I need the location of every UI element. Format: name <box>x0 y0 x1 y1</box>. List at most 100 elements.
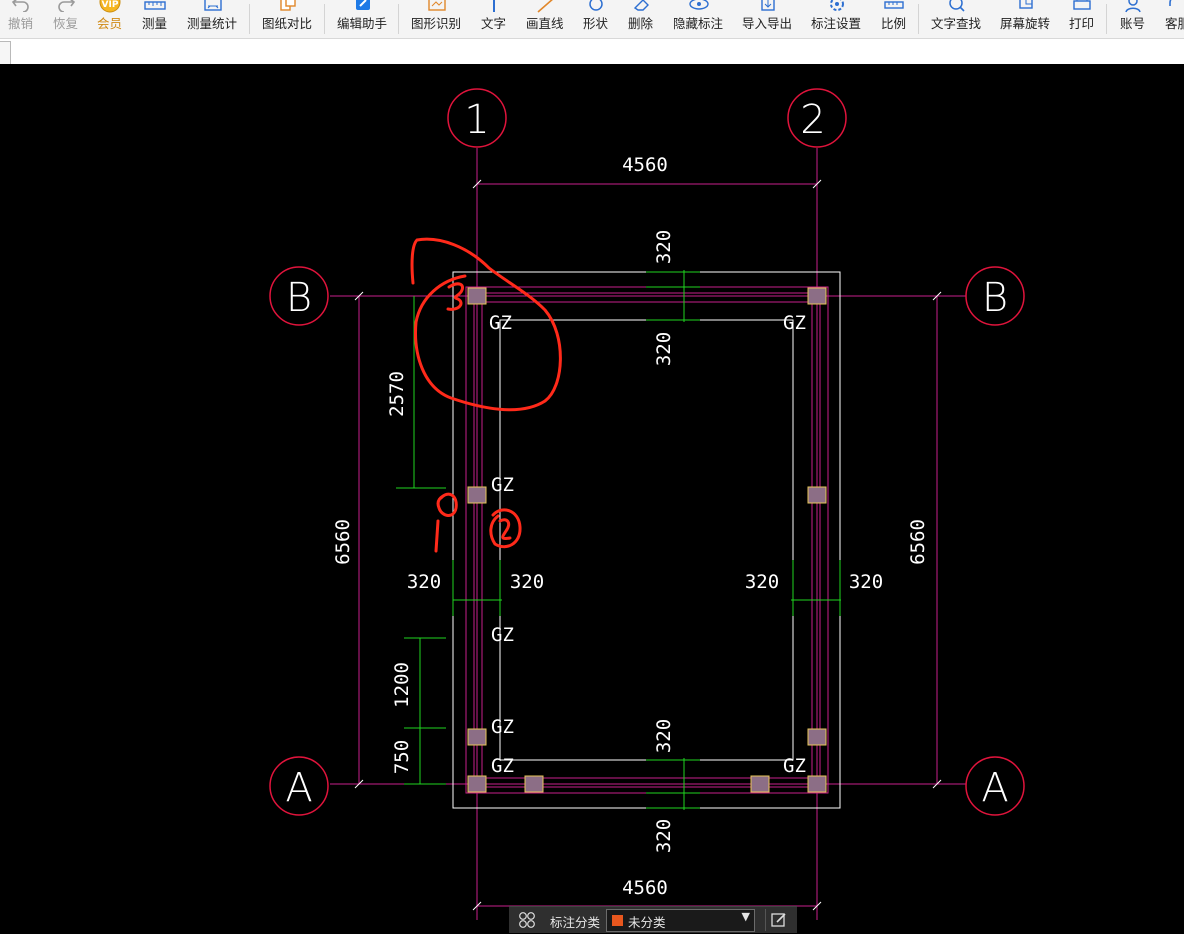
column[interactable] <box>807 486 827 504</box>
dim-left-total: 6560 <box>332 519 354 565</box>
dim-seg-1200: 1200 <box>391 662 413 708</box>
toolbar-divider <box>918 4 919 34</box>
line-icon <box>536 0 553 13</box>
headset-icon <box>1169 0 1172 6</box>
screen-rotate-button[interactable]: 屏幕旋转 <box>1000 0 1052 38</box>
line-button[interactable]: 画直线 <box>526 0 565 38</box>
text-icon <box>493 0 495 12</box>
measure-stats-button[interactable]: 测量统计 <box>187 0 239 38</box>
axis-label-b-right: B <box>982 275 1008 321</box>
import-export-label: 导入导出 <box>742 16 793 31</box>
line-label: 画直线 <box>526 16 564 31</box>
gz-label: GZ <box>489 312 512 334</box>
text-button[interactable]: 文字 <box>481 0 507 38</box>
gz-label: GZ <box>491 716 514 738</box>
svg-text:VIP: VIP <box>102 0 119 10</box>
category-color-swatch <box>612 915 623 926</box>
undo-icon <box>11 0 29 12</box>
toolbar-divider <box>1106 4 1107 34</box>
edit-category-button[interactable] <box>765 909 794 931</box>
text-search-label: 文字查找 <box>931 16 982 31</box>
settings-icon <box>830 0 844 11</box>
axis-bubble-a-right[interactable]: A <box>965 756 1025 816</box>
axis-bubble-b-right[interactable]: B <box>965 266 1025 326</box>
hide-annotation-button[interactable]: 隐藏标注 <box>673 0 725 38</box>
dim-left-wall-inner: 320 <box>510 571 544 593</box>
column[interactable] <box>807 287 827 305</box>
edit-assistant-button[interactable]: 编辑助手 <box>337 0 389 38</box>
measure-stats-label: 测量统计 <box>187 16 238 31</box>
shape-button[interactable]: 形状 <box>583 0 609 38</box>
measure-button[interactable]: 测量 <box>142 0 168 38</box>
ruler-icon <box>144 1 166 10</box>
axis-bubble-1[interactable]: 1 <box>447 88 507 148</box>
redo-icon <box>58 0 76 12</box>
edit-icon <box>771 913 786 927</box>
rotate-icon <box>1019 0 1033 9</box>
freehand-stroke-mark[interactable] <box>434 519 440 553</box>
shape-icon <box>589 0 603 11</box>
column[interactable] <box>467 287 487 305</box>
vip-button[interactable]: VIP 会员 <box>97 0 123 38</box>
column[interactable] <box>467 775 487 793</box>
panel-toggle-tab[interactable] <box>0 41 11 65</box>
import-export-icon <box>761 0 775 11</box>
delete-button[interactable]: 删除 <box>628 0 654 38</box>
dim-right-wall-inner: 320 <box>745 571 779 593</box>
axis-bubble-b-left[interactable]: B <box>269 266 329 326</box>
undo-button[interactable]: 撤销 <box>8 0 34 38</box>
shape-recognize-label: 图形识别 <box>411 16 462 31</box>
compare-button[interactable]: 图纸对比 <box>262 0 314 38</box>
print-label: 打印 <box>1069 16 1095 31</box>
edit-assistant-icon <box>356 0 370 10</box>
column[interactable] <box>524 775 544 793</box>
vip-label: 会员 <box>97 16 123 31</box>
annotation-settings-label: 标注设置 <box>811 16 862 31</box>
gz-label: GZ <box>491 474 514 496</box>
print-button[interactable]: 打印 <box>1069 0 1095 38</box>
redo-button[interactable]: 恢复 <box>53 0 79 38</box>
scale-button[interactable]: 比例 <box>881 0 907 38</box>
annotation-settings-button[interactable]: 标注设置 <box>811 0 863 38</box>
eraser-icon <box>633 0 649 11</box>
undo-label: 撤销 <box>8 16 34 31</box>
scale-label: 比例 <box>881 16 907 31</box>
axis-label-b-left: B <box>286 275 312 321</box>
column[interactable] <box>807 728 827 746</box>
dim-upper-wall-outer: 320 <box>653 230 675 264</box>
customer-service-button[interactable]: 客服 <box>1165 0 1184 38</box>
axis-label-a-left: A <box>285 765 312 811</box>
edit-assistant-label: 编辑助手 <box>337 16 388 31</box>
screen-rotate-label: 屏幕旋转 <box>1000 16 1051 31</box>
axis-label-1: 1 <box>464 97 489 143</box>
text-search-button[interactable]: 文字查找 <box>931 0 983 38</box>
axis-bubble-a-left[interactable]: A <box>269 756 329 816</box>
shape-label: 形状 <box>583 16 609 31</box>
redo-label: 恢复 <box>53 16 79 31</box>
chevron-down-icon: ▼ <box>741 910 750 923</box>
shape-recognize-button[interactable]: 图形识别 <box>411 0 463 38</box>
gz-label: GZ <box>491 755 514 777</box>
gz-label: GZ <box>783 312 806 334</box>
account-label: 账号 <box>1120 16 1146 31</box>
delete-label: 删除 <box>628 16 654 31</box>
scale-icon <box>884 1 904 9</box>
compare-icon <box>280 0 296 11</box>
column[interactable] <box>467 728 487 746</box>
annotation-category-select[interactable]: 未分类 ▼ <box>606 909 755 932</box>
column[interactable] <box>750 775 770 793</box>
category-grid-icon[interactable] <box>517 911 537 929</box>
column[interactable] <box>807 775 827 793</box>
cad-drawing-canvas[interactable]: 4560 4560 6560 6560 320 320 320 320 320 … <box>0 64 1184 932</box>
dim-upper-wall-inner: 320 <box>653 332 675 366</box>
eye-icon <box>689 0 709 10</box>
column[interactable] <box>467 486 487 504</box>
dim-bottom-span: 4560 <box>622 877 668 899</box>
dim-right-wall-outer: 320 <box>849 571 883 593</box>
hide-annotation-label: 隐藏标注 <box>673 16 724 31</box>
account-button[interactable]: 账号 <box>1120 0 1146 38</box>
axis-bubble-2[interactable]: 2 <box>787 88 847 148</box>
sub-toolbar-strip <box>0 39 1184 65</box>
import-export-button[interactable]: 导入导出 <box>742 0 794 38</box>
dim-seg-750: 750 <box>391 740 413 774</box>
